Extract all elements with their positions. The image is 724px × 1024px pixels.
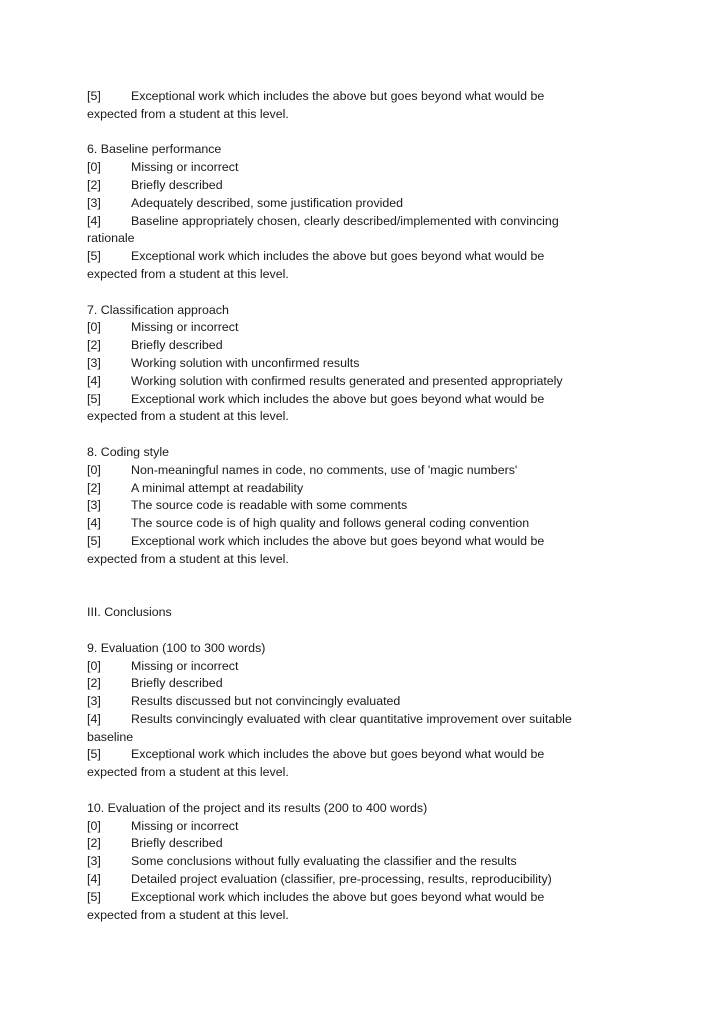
score-mark: [2] — [87, 338, 101, 353]
score-mark: [5] — [87, 89, 101, 103]
criterion-text: Missing or incorrect — [131, 818, 239, 833]
criterion-continuation: baseline — [87, 729, 134, 744]
score-mark: [2] — [87, 480, 101, 495]
criterion-text: Briefly described — [131, 177, 223, 192]
criterion-item: [2] Briefly described — [87, 177, 627, 195]
criterion-item: [2] Briefly described — [87, 337, 627, 355]
criterion-continuation: expected from a student at this level. — [87, 266, 289, 281]
criterion-item: [2] A minimal attempt at readability — [87, 480, 627, 498]
criterion-text: Some conclusions without fully evaluatin… — [131, 854, 517, 869]
criterion-item: [0] Missing or incorrect — [87, 818, 627, 836]
criterion-text: Briefly described — [131, 676, 223, 691]
criterion-text: Missing or incorrect — [131, 320, 239, 335]
score-mark: [5] — [87, 889, 101, 904]
criterion-text: Missing or incorrect — [131, 658, 239, 673]
criterion-text: The source code is of high quality and f… — [131, 516, 530, 531]
score-mark: [0] — [87, 658, 101, 673]
criterion-item: [0] Missing or incorrect — [87, 159, 627, 177]
section-heading: 10. Evaluation of the project and its re… — [87, 800, 428, 815]
criterion-item: [5] Exceptional work which includes the a… — [87, 391, 627, 409]
score-mark: [0] — [87, 160, 101, 175]
criterion-item: [4] Working solution with confirmed resul… — [87, 373, 627, 391]
criterion-text: A minimal attempt at readability — [131, 480, 304, 495]
criterion-item: [3] Some conclusions without fully evalua… — [87, 853, 627, 871]
section-coding-style: 8. Coding style [0] Non-meaningful names … — [87, 444, 627, 569]
criterion-item: [3] The source code is readable with some… — [87, 497, 627, 515]
criterion-continuation: expected from a student at this level. — [87, 907, 289, 922]
document-page: [5] Exceptional work which includes the a… — [87, 88, 627, 924]
criterion-text: The source code is readable with some co… — [131, 498, 408, 513]
criterion-text: Exceptional work which includes the abov… — [131, 391, 545, 406]
criterion-item: [4] Detailed project evaluation (classifi… — [87, 871, 627, 889]
score-mark: [4] — [87, 373, 101, 388]
criterion-item: [4] Baseline appropriately chosen, clearl… — [87, 213, 627, 231]
criterion-item: [0] Missing or incorrect — [87, 658, 627, 676]
criterion-text: Exceptional work which includes the abov… — [131, 889, 545, 904]
score-mark: [4] — [87, 872, 101, 887]
criterion-text: Missing or incorrect — [131, 160, 239, 175]
section-project-evaluation: 10. Evaluation of the project and its re… — [87, 800, 627, 925]
criterion-text: Adequately described, some justification… — [131, 195, 404, 210]
criterion-text: Results discussed but not convincingly e… — [131, 694, 401, 709]
criterion-item: [4] The source code is of high quality an… — [87, 515, 627, 533]
score-mark: [5] — [87, 747, 101, 762]
criterion-item: [5] Exceptional work which includes the a… — [87, 746, 627, 764]
criterion-item: [5] Exceptional work which includes the a… — [87, 248, 627, 266]
score-mark: [5] — [87, 249, 101, 264]
criterion-text: Briefly described — [131, 338, 223, 353]
criterion-continuation: rationale — [87, 231, 135, 246]
criterion-item: [2] Briefly described — [87, 835, 627, 853]
section-heading: 8. Coding style — [87, 444, 169, 459]
criterion-text: Detailed project evaluation (classifier,… — [131, 872, 552, 887]
score-mark: [3] — [87, 694, 101, 709]
section-evaluation: 9. Evaluation (100 to 300 words) [0] Miss… — [87, 640, 627, 782]
section-heading: 9. Evaluation (100 to 300 words) — [87, 640, 266, 655]
score-mark: [5] — [87, 391, 101, 406]
criterion-item: [5] Exceptional work which includes the a… — [87, 889, 627, 907]
criterion-continuation: expected from a student at this level. — [87, 409, 289, 424]
section-heading: 6. Baseline performance — [87, 142, 222, 157]
criterion-item: [4] Results convincingly evaluated with c… — [87, 711, 627, 729]
criterion-item: [2] Briefly described — [87, 675, 627, 693]
criterion-text: Exceptional work which includes the abov… — [131, 747, 545, 762]
score-mark: [5] — [87, 533, 101, 548]
score-mark: [3] — [87, 854, 101, 869]
section-baseline-performance: 6. Baseline performance [0] Missing or in… — [87, 141, 627, 283]
score-mark: [4] — [87, 711, 101, 726]
criterion-text: Briefly described — [131, 836, 223, 851]
criterion-text: Results convincingly evaluated with clea… — [131, 711, 572, 726]
criterion-continuation: expected from a student at this level. — [87, 106, 289, 121]
score-mark: [0] — [87, 818, 101, 833]
score-mark: [3] — [87, 498, 101, 513]
criterion-item: [5] Exceptional work which includes the a… — [87, 533, 627, 551]
criterion-continuation: expected from a student at this level. — [87, 551, 289, 566]
criterion-continuation: expected from a student at this level. — [87, 765, 289, 780]
section-heading: 7. Classification approach — [87, 302, 229, 317]
intro-item: [5] Exceptional work which includes the a… — [87, 88, 627, 124]
score-mark: [0] — [87, 462, 101, 477]
criterion-item: [3] Working solution with unconfirmed res… — [87, 355, 627, 373]
score-mark: [4] — [87, 516, 101, 531]
score-mark: [0] — [87, 320, 101, 335]
criterion-item: [0] Non-meaningful names in code, no comm… — [87, 462, 627, 480]
criterion-text: Working solution with unconfirmed result… — [131, 355, 360, 370]
criterion-text: Working solution with confirmed results … — [131, 373, 563, 388]
score-mark: [2] — [87, 836, 101, 851]
score-mark: [3] — [87, 195, 101, 210]
part-heading: III. Conclusions — [87, 605, 172, 620]
criterion-text: Exceptional work which includes the abov… — [131, 249, 545, 264]
score-mark: [4] — [87, 213, 101, 228]
criterion-item: [0] Missing or incorrect — [87, 319, 627, 337]
score-mark: [3] — [87, 355, 101, 370]
criterion-text: Baseline appropriately chosen, clearly d… — [131, 213, 559, 228]
criterion-text: Exceptional work which includes the abov… — [131, 533, 545, 548]
score-mark: [2] — [87, 676, 101, 691]
score-mark: [2] — [87, 177, 101, 192]
criterion-item: [3] Adequately described, some justificat… — [87, 195, 627, 213]
criterion-text: Exceptional work which includes the abov… — [131, 89, 545, 103]
criterion-item: [3] Results discussed but not convincingl… — [87, 693, 627, 711]
section-classification-approach: 7. Classification approach [0] Missing or… — [87, 302, 627, 427]
criterion-text: Non-meaningful names in code, no comment… — [131, 462, 518, 477]
